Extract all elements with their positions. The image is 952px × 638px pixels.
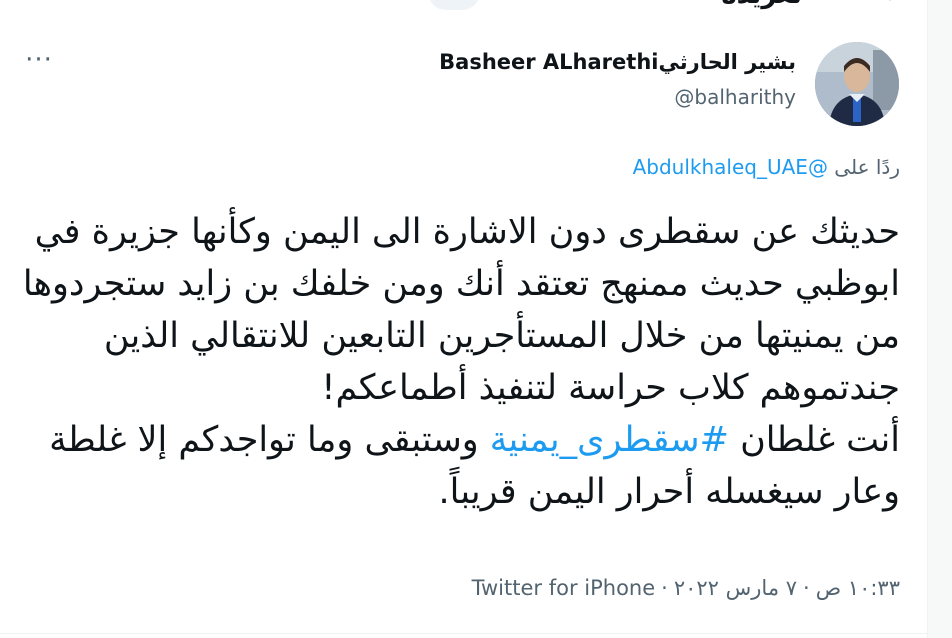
avatar[interactable] [815,42,899,126]
header-title: تغريدة [721,0,802,10]
tweet-text: حديثك عن سقطرى دون الاشارة الى اليمن وكأ… [20,206,900,518]
header-pill [428,0,480,10]
reply-mention-link[interactable]: @Abdulkhaleq_UAE [633,155,828,179]
hashtag-link[interactable]: #سقطرى_يمنية [490,420,729,460]
reply-prefix: ردًا على [834,155,900,179]
avatar-photo [815,42,899,126]
author-display-name[interactable]: Basheer ALharethiبشير الحارثي [439,50,796,74]
back-icon[interactable]: ‹ [885,0,892,7]
divider [0,633,928,634]
tweet-source[interactable]: Twitter for iPhone [472,576,656,600]
reply-context: ردًا على @Abdulkhaleq_UAE [633,155,900,179]
more-options-icon[interactable]: ··· [22,47,56,76]
author-handle[interactable]: @balharithy [674,85,796,109]
page-scrollbar[interactable] [927,0,952,638]
tweet-date[interactable]: ٧ مارس ٢٠٢٢ [674,576,797,600]
tweet-time[interactable]: ١٠:٣٣ ص [816,576,900,600]
meta-separator-2: · [661,576,668,600]
tweet-page: تغريدة ‹ ··· Basheer ALharethiبشير الحار… [0,0,952,638]
tweet-metadata: ١٠:٣٣ ص·٧ مارس ٢٠٢٢·Twitter for iPhone [472,576,900,600]
meta-separator: · [803,576,810,600]
